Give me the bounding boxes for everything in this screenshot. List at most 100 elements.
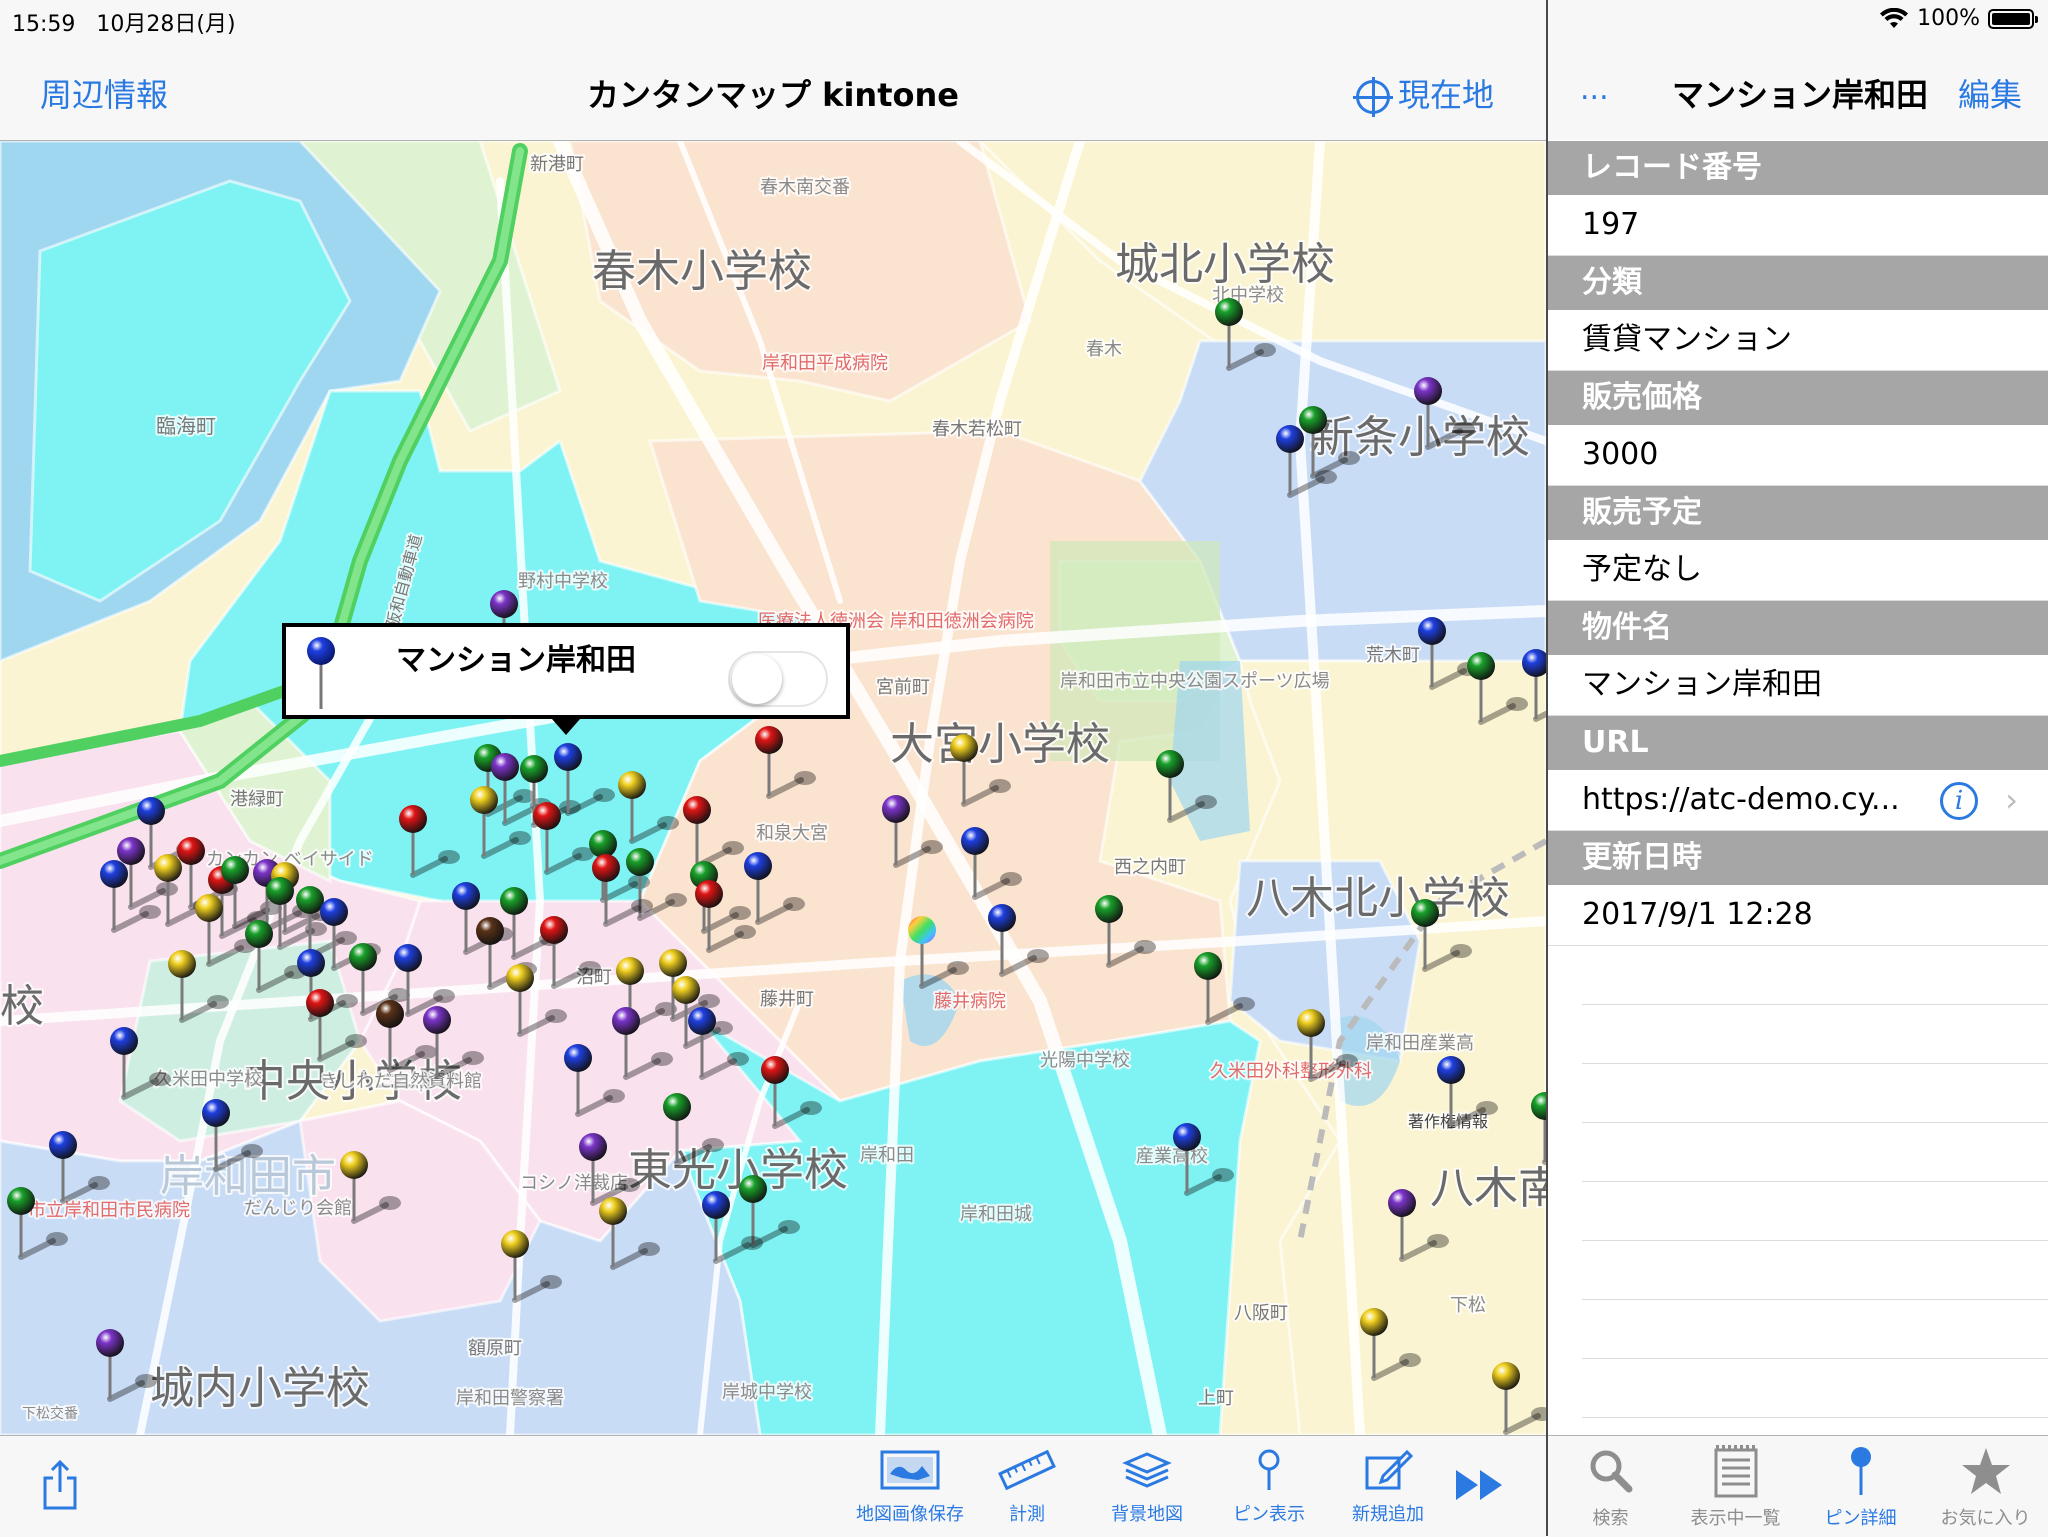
field-value: 3000 — [1582, 437, 1659, 472]
svg-text:大宮小学校: 大宮小学校 — [890, 719, 1110, 770]
svg-text:きしわだ自然資料館: きしわだ自然資料館 — [320, 1071, 482, 1092]
svg-text:港緑町: 港緑町 — [230, 789, 284, 810]
map-label-street: 上町上町 — [1196, 1386, 1236, 1411]
empty-row — [1582, 946, 2048, 1005]
field-label: 販売予定 — [1548, 486, 2048, 540]
toggle-knob — [732, 654, 782, 704]
empty-row — [1582, 1182, 2048, 1241]
svg-text:春木南交番: 春木南交番 — [760, 177, 850, 198]
empty-row — [1582, 1241, 2048, 1300]
tab-label: 表示中一覧 — [1690, 1508, 1781, 1529]
app-title: カンタンマップ kintone — [587, 76, 959, 114]
svg-text:岸和田市: 岸和田市 — [160, 1151, 336, 1202]
record-detail-pane: ... マンション岸和田 編集 レコード番号 197 分類 賃貸マンション 販売価格 30… — [1548, 0, 2048, 1537]
battery-icon — [1988, 8, 2038, 29]
map-label-area: 東光小学校東光小学校 — [626, 1143, 850, 1198]
svg-text:額原町: 額原町 — [468, 1338, 522, 1359]
battery-fill — [1992, 12, 2030, 25]
tab-star[interactable]: お気に入り — [1923, 1442, 2048, 1530]
map-label-poi: 岸和田城岸和田城 — [958, 1202, 1034, 1227]
empty-row — [1582, 1300, 2048, 1359]
empty-row — [1582, 1064, 2048, 1123]
status-right: 100% — [1879, 6, 2038, 31]
map-toolbar: 地図画像保存 計測 背景地図 ピン表示 新規追加 — [0, 1435, 1546, 1537]
map-label-poi: 下松交番下松交番 — [20, 1403, 80, 1424]
toolbar-layers-button[interactable]: 背景地図 — [1082, 1444, 1212, 1526]
field-value-row: マンション岸和田 — [1548, 655, 2048, 716]
map-label-poi: きしわだ自然資料館きしわだ自然資料館 — [318, 1069, 484, 1094]
map-label-area: 城北小学校城北小学校 — [1113, 237, 1337, 292]
toolbar-item-label: 地図画像保存 — [856, 1504, 964, 1525]
field-label: 物件名 — [1548, 601, 2048, 655]
map-label-street: 新港町新港町 — [528, 152, 586, 177]
map-label-poi: 春木春木 — [1084, 337, 1124, 362]
current-location-button[interactable]: 現在地 — [1352, 70, 1494, 117]
svg-text:城内小学校: 城内小学校 — [150, 1363, 370, 1414]
tab-search[interactable]: 検索 — [1548, 1442, 1673, 1530]
empty-row — [1582, 1005, 2048, 1064]
svg-text:春木小学校: 春木小学校 — [592, 246, 812, 297]
chevron-right-icon: › — [2005, 781, 2018, 819]
info-icon[interactable]: i — [1940, 782, 1978, 820]
tab-label: 検索 — [1592, 1508, 1629, 1529]
tab-label: ピン詳細 — [1824, 1508, 1897, 1529]
map-pane: 周辺情報 カンタンマップ kintone 現在地 春木小学校 春木小学校 城北小学校… — [0, 0, 1546, 1537]
toolbar-item-label: 計測 — [1009, 1504, 1045, 1525]
map-label-street: 藤井町藤井町 — [758, 987, 816, 1012]
svg-text:岸和田城: 岸和田城 — [960, 1204, 1032, 1225]
svg-text:八木南: 八木南 — [1430, 1163, 1546, 1214]
map-label-poi: 岸和田産業高岸和田産業高 — [1364, 1031, 1476, 1056]
map-label-street: 八阪町八阪町 — [1232, 1301, 1290, 1326]
star-icon — [1923, 1442, 2048, 1500]
share-icon — [43, 1459, 77, 1510]
toolbar-pin-button[interactable]: ピン表示 — [1204, 1444, 1334, 1526]
list-icon — [1673, 1442, 1798, 1500]
map-label-poi: 岸城中学校岸城中学校 — [720, 1380, 814, 1405]
wifi-icon — [1880, 7, 1909, 28]
map-label-poi: 和泉大宮和泉大宮 — [754, 821, 830, 846]
map-label-street: 西之内町西之内町 — [1112, 855, 1188, 880]
tab-list[interactable]: 表示中一覧 — [1673, 1442, 1798, 1530]
svg-text:野村中学校: 野村中学校 — [518, 571, 608, 592]
callout-pin-icon — [307, 637, 335, 709]
svg-text:産業高校: 産業高校 — [1136, 1146, 1208, 1167]
pin-icon — [1204, 1444, 1334, 1496]
svg-text:上町: 上町 — [1198, 1388, 1234, 1409]
map-label-street: 額原町額原町 — [466, 1336, 524, 1361]
field-value: 賃貸マンション — [1582, 322, 1792, 357]
map-label-hospital: 市立岸和田市民病院市立岸和田市民病院 — [26, 1198, 192, 1223]
field-value-row: 予定なし — [1548, 540, 2048, 601]
field-value: 予定なし — [1582, 552, 1702, 587]
status-bar: 15:59 10月28日(月) 100% — [0, 0, 2048, 40]
battery-percent: 100% — [1917, 6, 1980, 31]
edit-button[interactable]: 編集 — [1958, 70, 2022, 116]
crosshair-icon — [1352, 77, 1393, 117]
svg-text:八阪町: 八阪町 — [1234, 1303, 1288, 1324]
fast-forward-button[interactable] — [1420, 1444, 1540, 1520]
pin-callout[interactable]: マンション岸和田 — [282, 623, 850, 719]
more-button[interactable]: ... — [1580, 72, 1609, 107]
map-canvas[interactable]: 春木小学校春木小学校 城北小学校城北小学校新条小学校新条小学校大宮小学校大宮小学校… — [0, 141, 1546, 1435]
field-value: https://atc-demo.cy... — [1582, 782, 1900, 817]
tab-pin[interactable]: ピン詳細 — [1798, 1442, 1923, 1530]
callout-toggle[interactable] — [728, 651, 828, 707]
svg-text:校: 校 — [0, 981, 44, 1032]
svg-text:城北小学校: 城北小学校 — [1115, 239, 1335, 290]
url-field-row[interactable]: https://atc-demo.cy... i › — [1548, 770, 2048, 831]
toolbar-ruler-button[interactable]: 計測 — [962, 1444, 1092, 1526]
svg-text:岸和田: 岸和田 — [860, 1145, 914, 1166]
current-location-label: 現在地 — [1397, 76, 1494, 114]
svg-text:藤井町: 藤井町 — [760, 989, 814, 1010]
svg-text:下松: 下松 — [1450, 1295, 1486, 1316]
map-label-hospital: 藤井病院藤井病院 — [932, 989, 1008, 1014]
field-label: 分類 — [1548, 256, 2048, 310]
map-label-city: 岸和田市岸和田市 — [158, 1149, 338, 1204]
field-label: 販売価格 — [1548, 371, 2048, 425]
toolbar-map-image-button[interactable]: 地図画像保存 — [845, 1444, 975, 1526]
map-view[interactable]: 春木小学校 春木小学校 城北小学校 城北小学校 新条小学校 新条小学校 大宮小学校 大宮小学校… — [0, 141, 1546, 1435]
svg-text:春木: 春木 — [1086, 339, 1122, 360]
share-button[interactable] — [0, 1444, 120, 1520]
svg-text:市立岸和田市民病院: 市立岸和田市民病院 — [28, 1200, 190, 1221]
empty-row — [1582, 1359, 2048, 1418]
svg-text:宮前町: 宮前町 — [876, 677, 930, 698]
